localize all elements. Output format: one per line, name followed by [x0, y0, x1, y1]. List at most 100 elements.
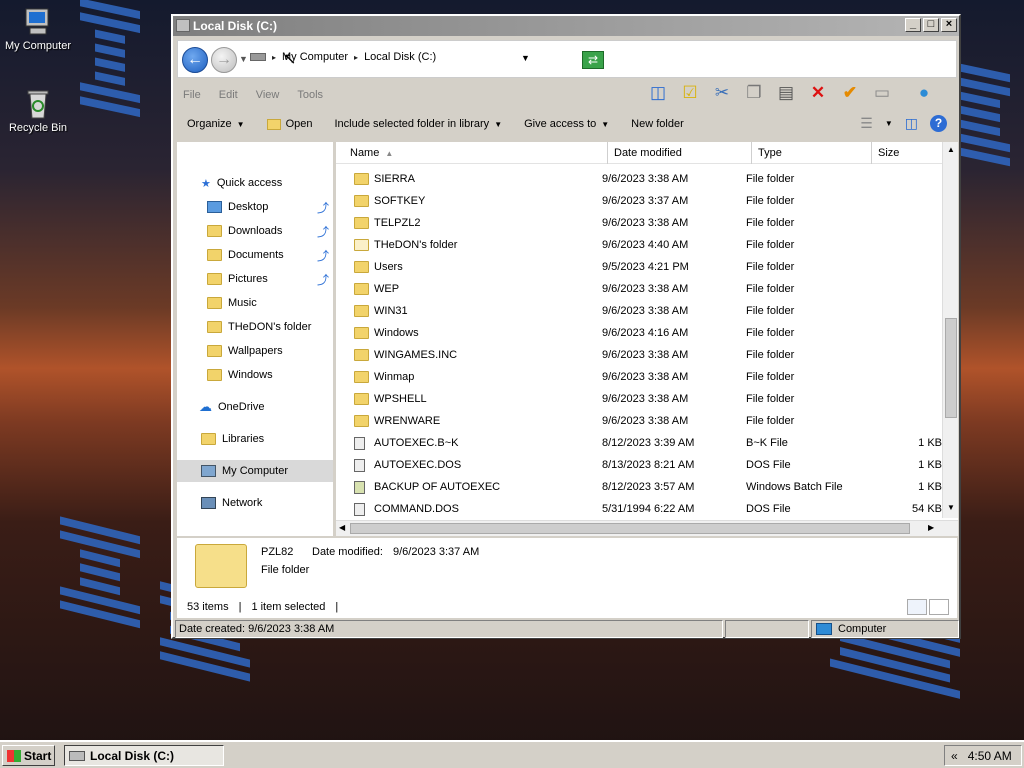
- table-row[interactable]: TELPZL2 9/6/2023 3:38 AM File folder: [336, 212, 944, 234]
- organize-button[interactable]: Organize ▼: [187, 118, 245, 130]
- nav-item-pictures[interactable]: Pictures ⤴: [177, 268, 333, 290]
- table-row[interactable]: SIERRA 9/6/2023 3:38 AM File folder: [336, 168, 944, 190]
- menu-view[interactable]: View: [256, 89, 280, 101]
- chevron-right-icon[interactable]: ▸: [354, 53, 358, 62]
- column-type[interactable]: Type: [752, 142, 872, 164]
- scroll-thumb[interactable]: [350, 523, 910, 534]
- table-row[interactable]: AUTOEXEC.B~K 8/12/2023 3:39 AM B~K File …: [336, 432, 944, 454]
- table-row[interactable]: WPSHELL 9/6/2023 3:38 AM File folder: [336, 388, 944, 410]
- table-row[interactable]: BACKUP OF AUTOEXEC 8/12/2023 3:57 AM Win…: [336, 476, 944, 498]
- rename-icon[interactable]: ▭: [869, 80, 895, 106]
- chevron-right-icon[interactable]: ▸: [272, 53, 276, 62]
- nav-item-wallpapers[interactable]: Wallpapers: [177, 340, 333, 362]
- table-row[interactable]: COMMAND.DOS 5/31/1994 6:22 AM DOS File 5…: [336, 498, 944, 520]
- select-icon[interactable]: ☑: [677, 80, 703, 106]
- table-row[interactable]: Windows 9/6/2023 4:16 AM File folder: [336, 322, 944, 344]
- delete-icon[interactable]: ✕: [805, 80, 831, 106]
- nav-onedrive[interactable]: ☁ OneDrive: [177, 396, 333, 418]
- copy-icon[interactable]: ❐: [741, 80, 767, 106]
- close-button[interactable]: ×: [941, 18, 957, 32]
- give-access-button[interactable]: Give access to ▼: [524, 118, 609, 130]
- nav-item-desktop[interactable]: Desktop ⤴: [177, 196, 333, 218]
- start-button[interactable]: Start: [2, 745, 55, 766]
- preview-pane-icon[interactable]: ◫: [645, 80, 671, 106]
- title-bar[interactable]: Local Disk (C:) _ □ ×: [173, 16, 959, 36]
- back-button[interactable]: ←: [182, 47, 208, 73]
- nav-label: My Computer: [222, 465, 289, 477]
- taskbar-window-button[interactable]: Local Disk (C:): [64, 745, 224, 766]
- table-row[interactable]: WINGAMES.INC 9/6/2023 3:38 AM File folde…: [336, 344, 944, 366]
- scroll-right-icon[interactable]: ▶: [928, 523, 934, 532]
- vertical-scrollbar[interactable]: ▲ ▼: [942, 142, 958, 518]
- menu-file[interactable]: File: [183, 89, 201, 101]
- scroll-left-icon[interactable]: ◀: [339, 523, 345, 532]
- nav-item-music[interactable]: Music: [177, 292, 333, 314]
- nav-item-windows[interactable]: Windows: [177, 364, 333, 386]
- maximize-button[interactable]: □: [923, 18, 939, 32]
- refresh-icon[interactable]: ⇄: [582, 51, 604, 69]
- column-size[interactable]: Size: [872, 142, 944, 164]
- nav-my-computer[interactable]: My Computer: [177, 460, 333, 482]
- open-button[interactable]: Open: [266, 118, 312, 130]
- nav-item-documents[interactable]: Documents ⤴: [177, 244, 333, 266]
- desktop-icon-recycle-bin[interactable]: Recycle Bin: [0, 88, 76, 134]
- view-options-icon[interactable]: ☰: [860, 115, 873, 132]
- menu-edit[interactable]: Edit: [219, 89, 238, 101]
- nav-quick-access[interactable]: ★ Quick access: [177, 172, 333, 194]
- table-row[interactable]: WRENWARE 9/6/2023 3:38 AM File folder: [336, 410, 944, 432]
- file-date: 8/12/2023 3:39 AM: [602, 437, 695, 449]
- check-icon[interactable]: ✔: [837, 80, 863, 106]
- menu-tools[interactable]: Tools: [297, 89, 323, 101]
- table-row[interactable]: WEP 9/6/2023 3:38 AM File folder: [336, 278, 944, 300]
- breadcrumb[interactable]: ▸ My Computer ▸ Local Disk (C:): [250, 51, 436, 63]
- nav-network[interactable]: Network: [177, 492, 333, 514]
- minimize-button[interactable]: _: [905, 18, 921, 32]
- file-name: TELPZL2: [374, 217, 421, 229]
- file-size: 1 KB: [918, 459, 942, 471]
- table-row[interactable]: SOFTKEY 9/6/2023 3:37 AM File folder: [336, 190, 944, 212]
- file-type: File folder: [746, 393, 795, 405]
- new-folder-button[interactable]: New folder: [631, 118, 684, 130]
- globe-icon[interactable]: ●: [911, 80, 937, 106]
- pin-icon[interactable]: ⤴: [317, 271, 329, 288]
- scroll-down-icon[interactable]: ▼: [945, 502, 957, 514]
- scroll-thumb[interactable]: [945, 318, 957, 418]
- table-row[interactable]: THeDON's folder 9/6/2023 4:40 AM File fo…: [336, 234, 944, 256]
- nav-libraries[interactable]: Libraries: [177, 428, 333, 450]
- desktop-icon-my-computer[interactable]: My Computer: [0, 6, 76, 52]
- column-name[interactable]: Name ▲: [336, 142, 608, 164]
- layout-pane-icon[interactable]: ◫: [905, 115, 918, 132]
- nav-item-downloads[interactable]: Downloads ⤴: [177, 220, 333, 242]
- desktop-icon-label: My Computer: [4, 40, 72, 52]
- cut-icon[interactable]: ✂: [709, 80, 735, 106]
- file-date: 5/31/1994 6:22 AM: [602, 503, 695, 515]
- date-created-status: Date created: 9/6/2023 3:38 AM: [175, 620, 723, 638]
- breadcrumb-local-disk[interactable]: Local Disk (C:): [364, 51, 436, 63]
- pin-icon[interactable]: ⤴: [317, 247, 329, 264]
- help-icon[interactable]: ?: [930, 115, 947, 132]
- paste-icon[interactable]: ▤: [773, 80, 799, 106]
- horizontal-scrollbar[interactable]: ◀ ▶: [336, 520, 958, 536]
- table-row[interactable]: WIN31 9/6/2023 3:38 AM File folder: [336, 300, 944, 322]
- include-in-library-button[interactable]: Include selected folder in library ▼: [334, 118, 502, 130]
- tray-expand-icon[interactable]: «: [951, 749, 958, 763]
- large-icons-view-icon[interactable]: [929, 599, 949, 615]
- nav-item-thedons-folder[interactable]: THeDON's folder: [177, 316, 333, 338]
- chevron-down-icon[interactable]: ▼: [885, 119, 893, 128]
- clock[interactable]: 4:50 AM: [968, 749, 1012, 763]
- divider: |: [335, 601, 339, 613]
- pin-icon[interactable]: ⤴: [317, 199, 329, 216]
- ibm-logo-right: [960, 63, 1020, 207]
- scroll-up-icon[interactable]: ▲: [945, 144, 957, 156]
- table-row[interactable]: Users 9/5/2023 4:21 PM File folder: [336, 256, 944, 278]
- start-label: Start: [24, 748, 52, 763]
- address-dropdown-icon[interactable]: ▼: [521, 53, 530, 63]
- column-date-modified[interactable]: Date modified: [608, 142, 752, 164]
- pin-icon[interactable]: ⤴: [317, 223, 329, 240]
- history-dropdown-icon[interactable]: ▼: [239, 54, 248, 64]
- details-view-icon[interactable]: [907, 599, 927, 615]
- include-label: Include selected folder in library: [334, 118, 490, 130]
- table-row[interactable]: AUTOEXEC.DOS 8/13/2023 8:21 AM DOS File …: [336, 454, 944, 476]
- table-row[interactable]: Winmap 9/6/2023 3:38 AM File folder: [336, 366, 944, 388]
- forward-button[interactable]: →: [211, 47, 237, 73]
